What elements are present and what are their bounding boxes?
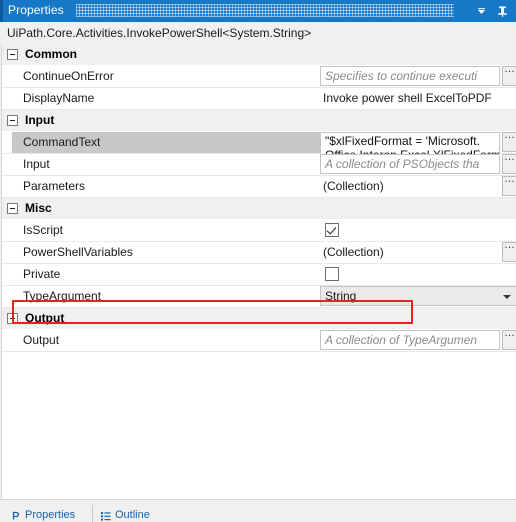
activity-type-line: UiPath.Core.Activities.InvokePowerShell<…: [0, 22, 516, 44]
property-value-placeholder: A collection of TypeArgumen: [325, 333, 478, 347]
property-value-checkbox[interactable]: [325, 223, 339, 237]
property-value-text: (Collection): [323, 179, 384, 193]
property-name-cell[interactable]: IsScript: [12, 220, 320, 241]
property-group-misc[interactable]: Misc: [2, 198, 516, 220]
property-value-input[interactable]: A collection of TypeArgumen: [320, 330, 500, 350]
property-value-cell[interactable]: String: [320, 286, 516, 307]
property-value-input[interactable]: A collection of PSObjects tha: [320, 154, 500, 174]
property-row-private[interactable]: Private: [2, 264, 516, 286]
property-grid: Common ContinueOnError Specifies to contin…: [0, 44, 516, 499]
property-group-output[interactable]: Output: [2, 308, 516, 330]
pin-icon[interactable]: [495, 4, 510, 19]
chevron-down-icon: [503, 295, 511, 299]
property-value-cell[interactable]: A collection of PSObjects tha: [320, 151, 516, 175]
property-name-cell[interactable]: Output: [12, 330, 320, 351]
property-name-label: Input: [23, 157, 50, 171]
property-name-label: IsScript: [23, 223, 64, 237]
property-row-output[interactable]: Output A collection of TypeArgumen: [2, 327, 516, 352]
property-row-input[interactable]: Input A collection of PSObjects tha: [2, 151, 516, 176]
property-value-input[interactable]: Specifies to continue executi: [320, 66, 500, 86]
property-name-label: PowerShellVariables: [23, 245, 133, 259]
tab-strip-separator: [0, 499, 516, 500]
properties-panel: Properties UiPath.Core.Activities.Invoke…: [0, 0, 516, 522]
panel-title: Properties: [8, 3, 64, 17]
property-value-cell[interactable]: Invoke power shell ExcelToPDF: [320, 88, 516, 109]
property-value-ellipsis-button[interactable]: [502, 151, 516, 174]
group-collapse-icon[interactable]: [7, 49, 18, 60]
tab-outline[interactable]: Outline: [100, 507, 150, 522]
group-label: Input: [25, 113, 55, 127]
property-name-cell[interactable]: PowerShellVariables: [12, 242, 320, 263]
property-grid-body: Common ContinueOnError Specifies to contin…: [1, 44, 516, 499]
property-value-cell[interactable]: [320, 264, 516, 285]
property-name-cell[interactable]: Input: [12, 154, 320, 175]
property-name-cell[interactable]: TypeArgument: [12, 286, 320, 307]
property-name-label: CommandText: [23, 135, 101, 149]
property-name-cell[interactable]: ContinueOnError: [12, 66, 320, 87]
property-value-placeholder: A collection of PSObjects tha: [325, 157, 480, 171]
property-name-label: TypeArgument: [23, 289, 102, 303]
property-value-dropdown[interactable]: String: [320, 286, 516, 306]
property-name-label: ContinueOnError: [23, 69, 114, 83]
property-value-cell[interactable]: "$xlFixedFormat = 'Microsoft.Office.Inte…: [320, 129, 516, 160]
tab-properties-label: Properties: [25, 508, 76, 521]
property-row-commandtext[interactable]: CommandText "$xlFixedFormat = 'Microsoft.…: [2, 129, 516, 160]
property-name-label: Private: [23, 267, 61, 281]
property-value-placeholder: Specifies to continue executi: [325, 69, 478, 83]
property-group-common[interactable]: Common: [2, 44, 516, 66]
property-row-typeargument[interactable]: TypeArgument String: [2, 286, 516, 308]
title-bar-grip: [76, 4, 454, 17]
property-value-cell[interactable]: (Collection): [320, 239, 516, 263]
property-name-label: Parameters: [23, 179, 86, 193]
property-row-parameters[interactable]: Parameters (Collection): [2, 173, 516, 198]
properties-icon: [10, 509, 22, 521]
group-label: Misc: [25, 201, 52, 215]
group-collapse-icon[interactable]: [7, 313, 18, 324]
property-name-label: DisplayName: [23, 91, 95, 105]
property-value-checkbox[interactable]: [325, 267, 339, 281]
tab-outline-label: Outline: [115, 508, 150, 521]
property-row-continueonerror[interactable]: ContinueOnError Specifies to continue exe…: [2, 63, 516, 88]
property-value-text: (Collection): [323, 245, 384, 259]
group-label: Output: [25, 311, 65, 325]
title-bar-accent: [0, 0, 3, 22]
property-value-dropdown-label: String: [325, 289, 357, 303]
tab-divider: [92, 505, 93, 522]
property-group-input[interactable]: Input: [2, 110, 516, 132]
property-value-text: Invoke power shell ExcelToPDF: [323, 91, 492, 105]
property-value-cell[interactable]: (Collection): [320, 173, 516, 197]
activity-type-text: UiPath.Core.Activities.InvokePowerShell<…: [7, 26, 312, 40]
property-name-label: Output: [23, 333, 60, 347]
property-value-cell[interactable]: Specifies to continue executi: [320, 63, 516, 87]
group-collapse-icon[interactable]: [7, 203, 18, 214]
property-value-ellipsis-button[interactable]: [502, 129, 516, 152]
property-name-cell[interactable]: Parameters: [12, 176, 320, 197]
group-collapse-icon[interactable]: [7, 115, 18, 126]
chevron-down-icon[interactable]: [474, 4, 489, 19]
property-row-isscript[interactable]: IsScript: [2, 220, 516, 242]
property-value-cell[interactable]: [320, 220, 516, 241]
panel-title-bar: Properties: [0, 0, 516, 22]
bottom-tab-strip: Properties Outline: [0, 499, 516, 522]
property-row-powershellvariables[interactable]: PowerShellVariables (Collection): [2, 239, 516, 264]
property-value-cell[interactable]: A collection of TypeArgumen: [320, 327, 516, 351]
property-name-cell[interactable]: CommandText: [12, 132, 320, 153]
property-name-cell[interactable]: Private: [12, 264, 320, 285]
group-label: Common: [25, 47, 77, 61]
property-value-ellipsis-button[interactable]: [502, 327, 516, 350]
tab-properties[interactable]: Properties: [10, 507, 75, 522]
property-name-cell[interactable]: DisplayName: [12, 88, 320, 109]
property-value-ellipsis-button[interactable]: [502, 239, 516, 262]
property-value-ellipsis-button[interactable]: [502, 173, 516, 196]
property-value-ellipsis-button[interactable]: [502, 63, 516, 86]
outline-icon: [100, 509, 112, 521]
property-row-displayname[interactable]: DisplayName Invoke power shell ExcelToPDF: [2, 88, 516, 110]
